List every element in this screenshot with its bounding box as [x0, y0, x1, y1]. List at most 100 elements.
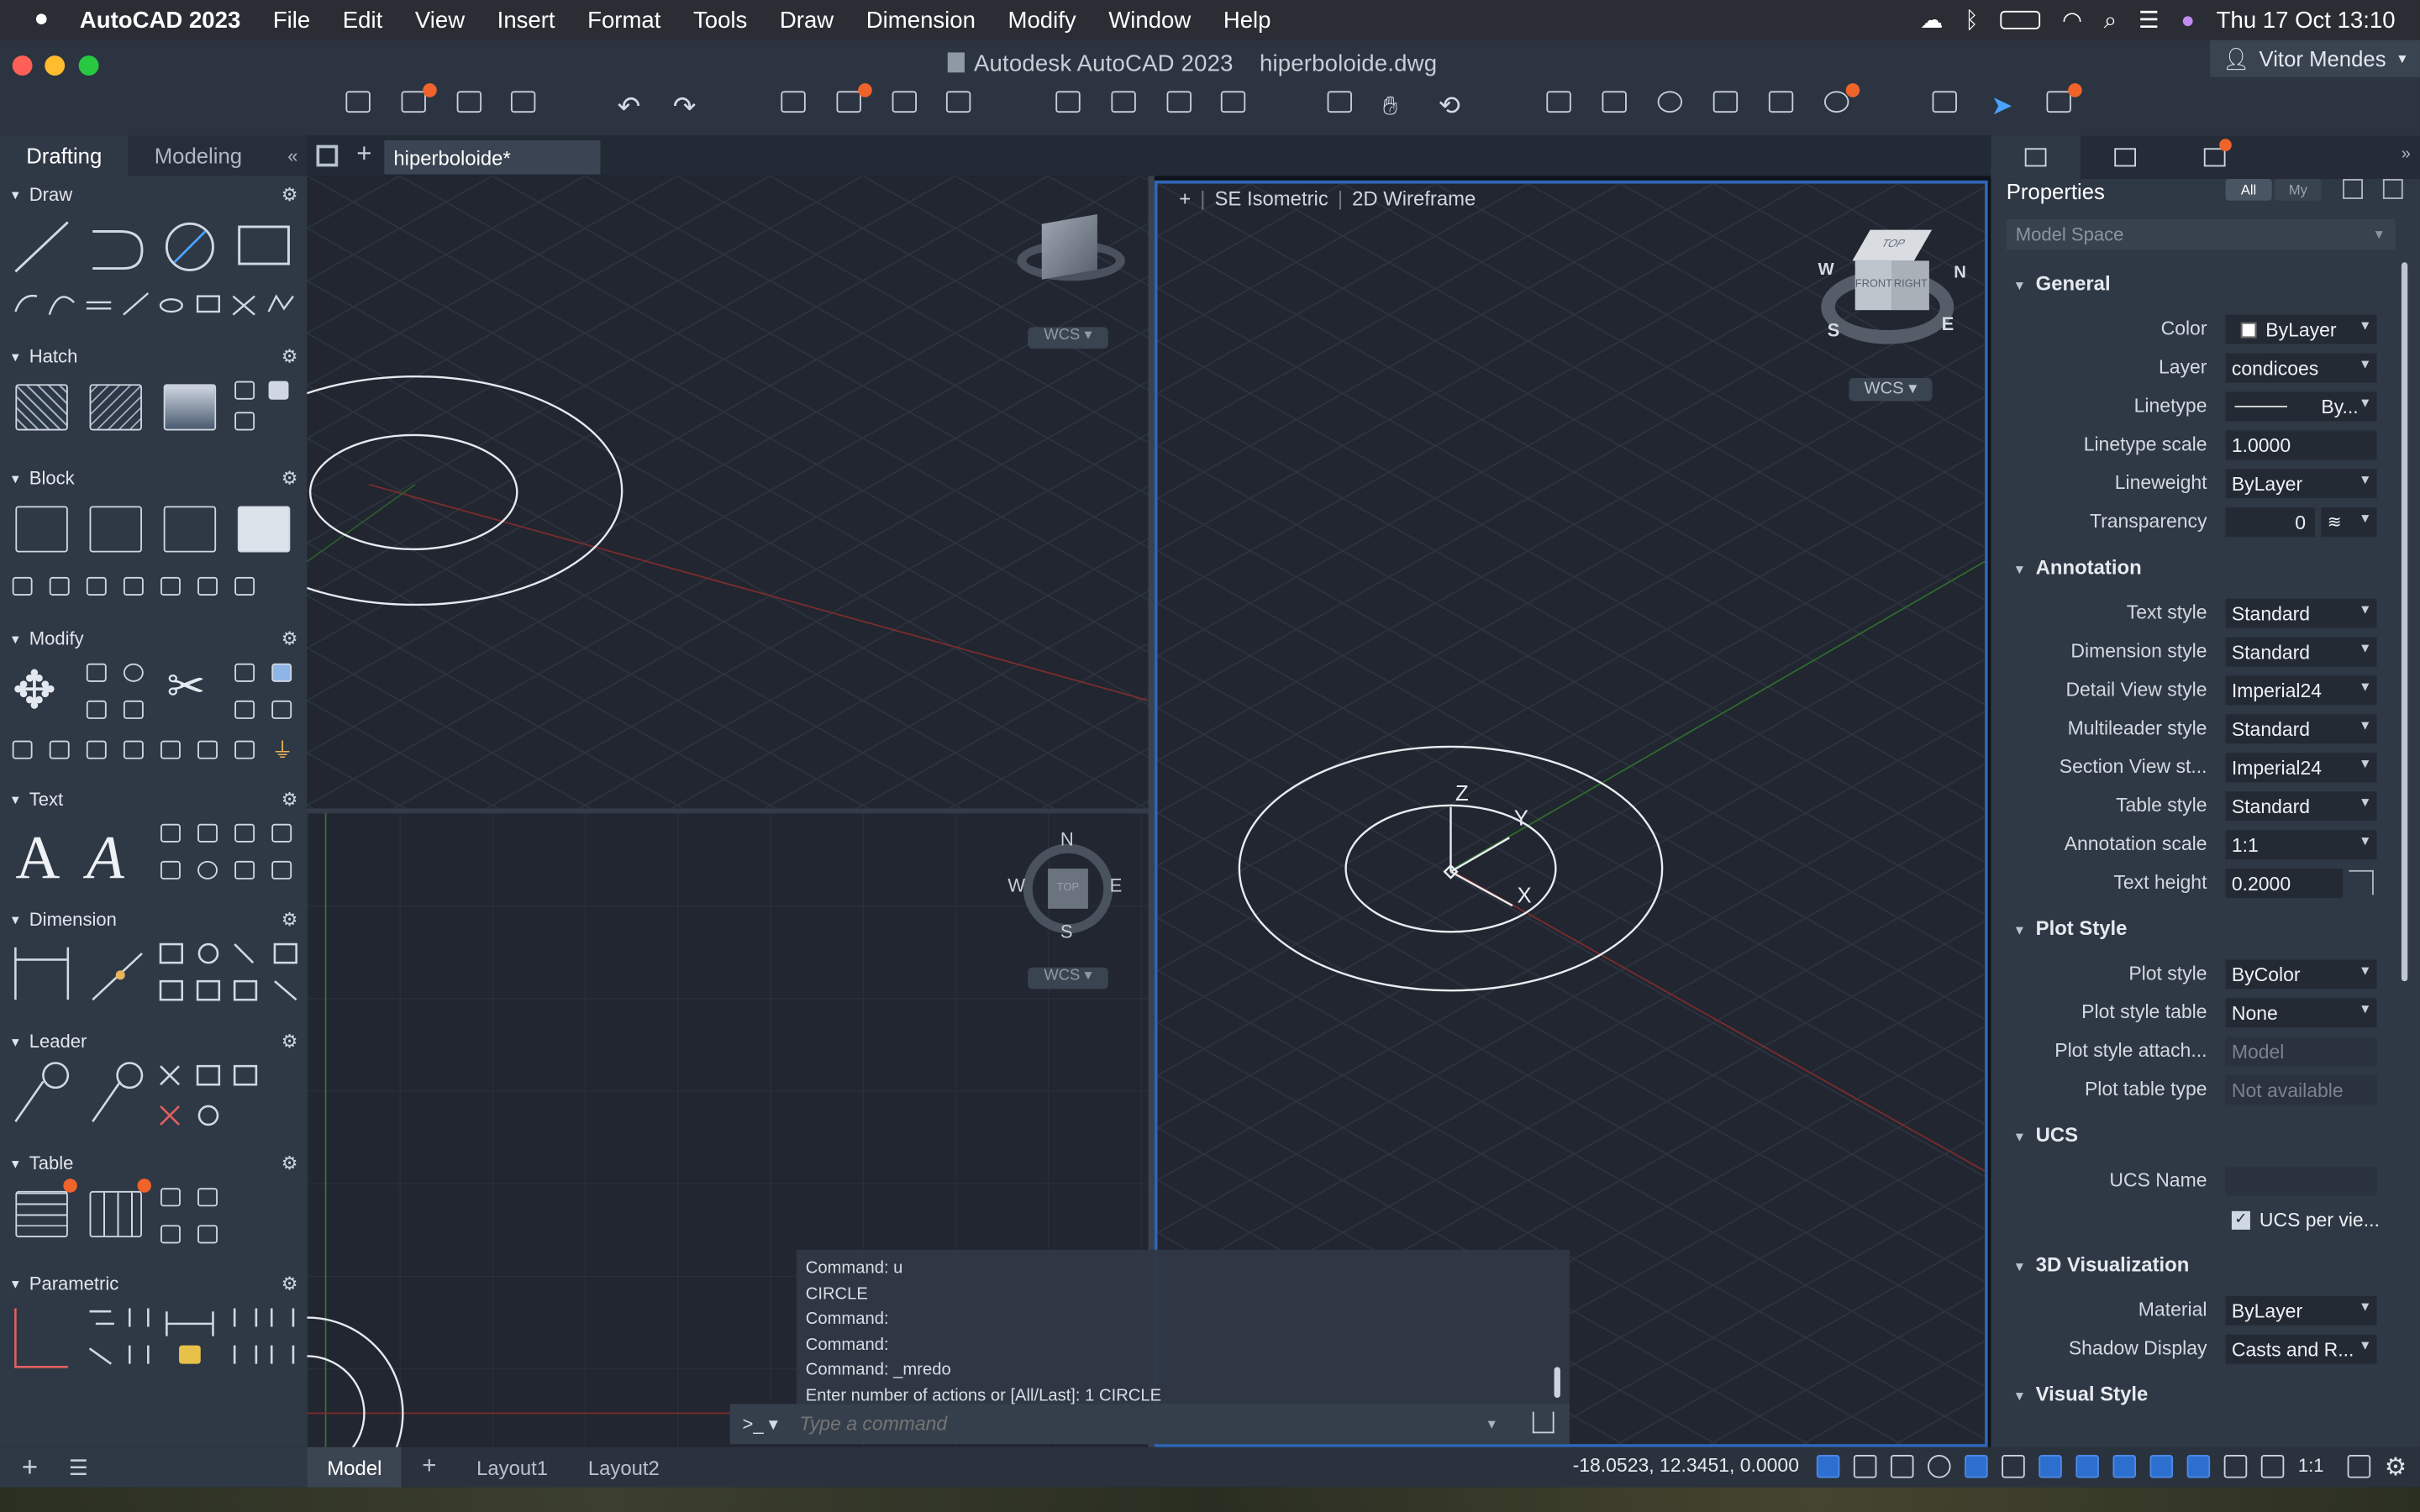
insert-block-icon[interactable]	[15, 506, 68, 553]
ucs-name-field[interactable]	[2225, 1166, 2377, 1196]
plot-icon[interactable]	[781, 91, 812, 118]
copy-icon[interactable]	[86, 663, 107, 682]
explode-icon[interactable]	[86, 740, 107, 759]
menu-view[interactable]: View	[415, 7, 465, 33]
group-visual-style[interactable]: ▾ Visual Style	[2016, 1383, 2149, 1406]
array-icon[interactable]	[271, 663, 292, 682]
section-header[interactable]: ▼ Leader ⚙	[0, 1026, 308, 1057]
text-style-icon[interactable]	[160, 860, 181, 879]
user-menu[interactable]: 👤︎ Vitor Mendes ▾	[2210, 39, 2420, 77]
cube-top[interactable]: TOP	[1852, 229, 1933, 261]
ucs-per-viewport-checkbox[interactable]: ✓ UCS per vie...	[2226, 1205, 2396, 1234]
edit-table-icon[interactable]	[89, 1190, 142, 1238]
gear-icon[interactable]: ⚙	[281, 184, 298, 206]
selection-cycling-icon[interactable]	[2075, 1455, 2099, 1478]
single-text-icon[interactable]	[160, 823, 181, 843]
snap-icon[interactable]	[1853, 1455, 1877, 1478]
zoom-window-icon[interactable]	[1327, 91, 1359, 118]
export-icon[interactable]	[1111, 91, 1142, 118]
section-header[interactable]: ▼ Hatch ⚙	[0, 341, 308, 372]
tab-modeling[interactable]: Modeling	[129, 136, 269, 176]
pan-icon[interactable]: ✋︎	[1383, 91, 1414, 120]
clock[interactable]: Thu 17 Oct 13:10	[2217, 7, 2396, 33]
section-header[interactable]: ▼ Block ⚙	[0, 463, 308, 494]
region-icon[interactable]	[234, 381, 255, 400]
sheet-set-icon[interactable]	[1768, 91, 1800, 118]
draw-tools[interactable]	[13, 219, 306, 328]
menu-dimension[interactable]: Dimension	[866, 7, 976, 33]
publish-icon[interactable]	[945, 91, 977, 118]
open-icon[interactable]	[401, 83, 437, 118]
grid-icon[interactable]	[1816, 1455, 1840, 1478]
orbit-icon[interactable]: ⟲	[1439, 91, 1470, 120]
blocks-tab-icon[interactable]	[2170, 136, 2260, 179]
filter-all-button[interactable]: All	[2225, 179, 2272, 201]
section-header[interactable]: ▼ Parametric ⚙	[0, 1268, 308, 1299]
wcs-menu[interactable]: WCS ▾	[1028, 327, 1108, 349]
tab-drafting[interactable]: Drafting	[0, 135, 129, 176]
attribute-define-icon[interactable]	[49, 576, 70, 596]
revcloud-icon[interactable]	[234, 412, 255, 431]
linetype-scale-field[interactable]: 1.0000	[2225, 430, 2377, 460]
view-menu[interactable]: SE Isometric	[1214, 186, 1328, 210]
3d-osnap-icon[interactable]	[2112, 1455, 2136, 1478]
tab-layout2[interactable]: Layout2	[568, 1447, 680, 1488]
lineweight-icon[interactable]	[2002, 1455, 2025, 1478]
group-3d-visualization[interactable]: ▾ 3D Visualization	[2016, 1252, 2190, 1276]
find-icon[interactable]	[197, 860, 218, 879]
gear-icon[interactable]: ⚙	[281, 345, 298, 367]
gear-icon[interactable]: ⚙	[281, 1031, 298, 1053]
chevron-down-icon[interactable]: ▾	[1488, 1415, 1496, 1432]
add-layout-button[interactable]: +	[402, 1447, 456, 1488]
visual-style-menu[interactable]: 2D Wireframe	[1352, 186, 1476, 210]
layer-properties-icon[interactable]	[1546, 91, 1577, 118]
gizmo-icon[interactable]	[2223, 1455, 2248, 1478]
parametric-tools[interactable]	[13, 1302, 306, 1389]
shadow-display-dropdown[interactable]: Casts and R...	[2225, 1334, 2377, 1364]
menu-draw[interactable]: Draw	[780, 7, 834, 33]
properties-tab-icon[interactable]	[1991, 135, 2081, 180]
match-properties-icon[interactable]	[1602, 91, 1633, 118]
wipeout-icon[interactable]	[268, 381, 289, 400]
batch-plot-icon[interactable]	[836, 83, 872, 118]
bluetooth-icon[interactable]: ᛒ	[1965, 7, 1979, 33]
redo-icon[interactable]: ↷	[673, 91, 704, 122]
material-dropdown[interactable]: ByLayer	[2225, 1295, 2377, 1326]
import-icon[interactable]	[1055, 91, 1086, 118]
command-input[interactable]	[799, 1408, 1479, 1440]
selection-dropdown[interactable]: Model Space ▾	[2006, 218, 2396, 250]
workspace-icon[interactable]	[1932, 91, 1964, 118]
menu-tools[interactable]: Tools	[693, 7, 747, 33]
close-window-button[interactable]	[12, 55, 33, 76]
menu-help[interactable]: Help	[1223, 7, 1271, 33]
web-icon[interactable]	[1220, 91, 1252, 118]
lineweight-dropdown[interactable]: ByLayer	[2225, 469, 2377, 499]
table-icon[interactable]	[15, 1190, 68, 1238]
create-block-icon[interactable]	[89, 506, 142, 553]
dynamic-input-icon[interactable]	[1965, 1455, 1988, 1478]
settings-icon[interactable]: ⚙	[2385, 1452, 2407, 1483]
new-tab-icon[interactable]: +	[356, 139, 371, 170]
annotation-visibility-icon[interactable]	[2260, 1455, 2285, 1478]
transparency-dropdown[interactable]: ≋	[2321, 507, 2377, 538]
battery-icon[interactable]	[2000, 10, 2041, 29]
wcs-menu[interactable]: WCS ▾	[1849, 377, 1933, 402]
share-command-icon[interactable]	[1532, 1411, 1555, 1434]
clean-icon[interactable]: ⏚	[271, 734, 293, 765]
tab-model[interactable]: Model	[307, 1446, 402, 1488]
hatch-icon[interactable]	[15, 384, 68, 431]
cube-front[interactable]: FRONT	[1854, 260, 1892, 311]
layer-dropdown[interactable]: condicoes	[2225, 353, 2377, 383]
gear-icon[interactable]: ⚙	[281, 1273, 298, 1294]
cube-right[interactable]: RIGHT	[1891, 260, 1929, 311]
block-attribute-icon[interactable]	[123, 576, 144, 596]
properties-scrollbar[interactable]	[2401, 262, 2408, 982]
tab-layout1[interactable]: Layout1	[456, 1447, 568, 1488]
group-annotation[interactable]: ▾ Annotation	[2016, 555, 2142, 579]
list-icon[interactable]: ☰	[69, 1454, 88, 1480]
edit-polyline-icon[interactable]	[234, 740, 255, 759]
menu-modify[interactable]: Modify	[1008, 7, 1076, 33]
workspace-switch-icon[interactable]	[2347, 1455, 2371, 1478]
wcs-menu[interactable]: WCS ▾	[1028, 967, 1108, 990]
group-general[interactable]: ▾ General	[2016, 271, 2111, 295]
